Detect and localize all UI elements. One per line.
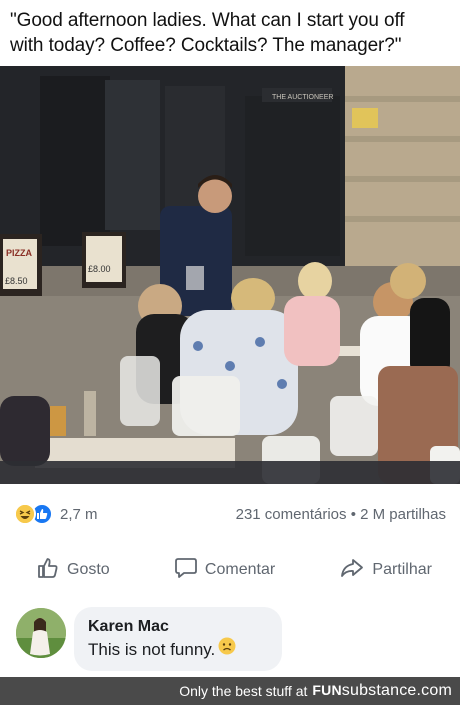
storefront-text: THE AUCTIONEER — [272, 94, 333, 101]
haha-icon — [14, 503, 36, 525]
comment-body: This is not funny. — [88, 637, 268, 662]
share-arrow-icon — [339, 556, 365, 585]
frowning-face-icon — [218, 637, 236, 662]
comment-count[interactable]: 231 comentários — [236, 506, 347, 523]
post-stats: 231 comentários • 2 M partilhas — [236, 506, 446, 523]
post-actions: Gosto Comentar Partilhar — [0, 548, 460, 592]
watermark-brand: FUNsubstance.com — [312, 682, 452, 699]
comment-bubble-icon — [174, 556, 198, 585]
like-label: Gosto — [67, 561, 110, 578]
reactions-summary: 2,7 m 231 comentários • 2 M partilhas — [0, 496, 460, 532]
sign-left-text: PIZZA — [6, 248, 32, 258]
stats-separator: • — [350, 505, 356, 523]
restaurant-terrace-photo: THE AUCTIONEER PIZZA £8.50 £8.00 — [0, 66, 460, 484]
reaction-count[interactable]: 2,7 m — [60, 506, 98, 523]
watermark-banner: Only the best stuff at FUNsubstance.com — [0, 677, 460, 705]
caption-line-1: "Good afternoon ladies. What can I start… — [10, 10, 405, 31]
comment: Karen Mac This is not funny. — [0, 600, 460, 676]
caption-line-2: with today? Coffee? Cocktails? The manag… — [10, 35, 402, 56]
share-button[interactable]: Partilhar — [339, 556, 432, 585]
comment-text: This is not funny. — [88, 639, 216, 659]
like-button[interactable]: Gosto — [36, 556, 110, 585]
sign-left-price: £8.50 — [5, 276, 28, 286]
comment-author[interactable]: Karen Mac — [88, 617, 268, 637]
meme-caption: "Good afternoon ladies. What can I start… — [0, 0, 460, 66]
post-photo[interactable]: THE AUCTIONEER PIZZA £8.50 £8.00 — [0, 66, 460, 484]
comment-label: Comentar — [204, 561, 276, 578]
comment-bubble: Karen Mac This is not funny. — [74, 607, 282, 671]
share-count[interactable]: 2 M partilhas — [360, 506, 446, 523]
share-label: Partilhar — [372, 561, 432, 578]
comment-button[interactable]: Comentar — [174, 556, 275, 585]
thumbs-up-icon — [36, 556, 60, 585]
watermark-prefix: Only the best stuff at — [179, 683, 308, 699]
reaction-icons[interactable] — [14, 503, 60, 525]
sign-mid-price: £8.00 — [88, 264, 111, 274]
avatar[interactable] — [16, 608, 66, 658]
